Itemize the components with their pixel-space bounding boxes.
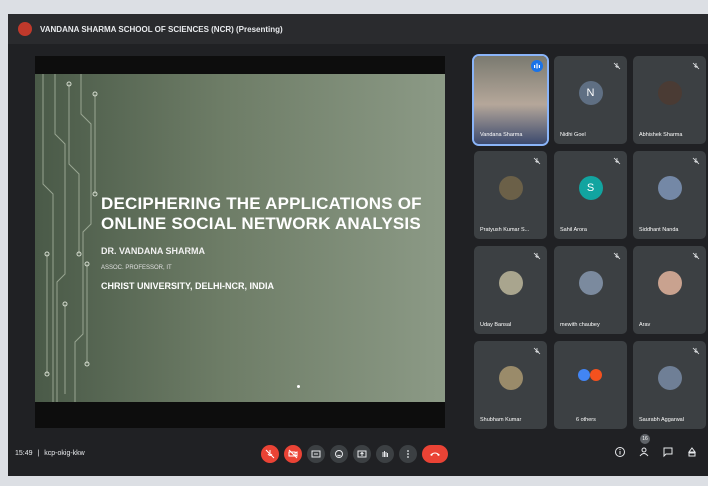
- avatar: [590, 369, 602, 381]
- avatar: [657, 270, 682, 295]
- participant-tile[interactable]: Siddhant Nanda: [633, 151, 706, 239]
- slide-title: DECIPHERING THE APPLICATIONS OF ONLINE S…: [101, 194, 422, 234]
- meet-window: VANDANA SHARMA SCHOOL OF SCIENCES (NCR) …: [8, 14, 708, 476]
- people-icon: [639, 447, 649, 457]
- participant-name: Uday Bansal: [480, 322, 512, 328]
- info-button[interactable]: [612, 444, 628, 460]
- presentation-stage[interactable]: DECIPHERING THE APPLICATIONS OF ONLINE S…: [35, 56, 445, 428]
- hand-icon: [382, 451, 388, 457]
- people-count-badge: 16: [640, 434, 650, 444]
- activities-icon: [688, 447, 696, 457]
- participant-tile[interactable]: Saurabh Aggarwal: [633, 341, 706, 429]
- participant-tile[interactable]: Vandana Sharma: [472, 54, 549, 146]
- avatar: [657, 80, 682, 105]
- activities-button[interactable]: [684, 444, 700, 460]
- presenting-title: VANDANA SHARMA SCHOOL OF SCIENCES (NCR) …: [40, 24, 283, 34]
- avatar: N: [578, 80, 603, 105]
- avatar-letter: S: [586, 181, 595, 194]
- participant-tile[interactable]: Uday Bansal: [474, 246, 547, 334]
- avatar: [498, 365, 523, 390]
- avatar: [578, 270, 603, 295]
- participant-tile[interactable]: Shubham Kumar: [474, 341, 547, 429]
- avatar-letter: N: [586, 86, 595, 99]
- more-options-button[interactable]: [399, 445, 417, 463]
- present-screen-icon: [357, 450, 367, 458]
- meeting-code: kcp-okig-kkw: [44, 450, 85, 457]
- more-vert-icon: [407, 450, 409, 458]
- mic-off-icon: [613, 252, 621, 260]
- raise-hand-button[interactable]: [376, 445, 394, 463]
- mic-off-icon: [692, 347, 700, 355]
- presenting-bar: VANDANA SHARMA SCHOOL OF SCIENCES (NCR) …: [8, 14, 708, 44]
- participant-tile[interactable]: 6 others: [554, 341, 627, 429]
- camera-toggle-button[interactable]: [284, 445, 302, 463]
- emoji-icon: [335, 450, 343, 458]
- mic-off-icon: [692, 62, 700, 70]
- participant-grid: Vandana Sharma N Nidhi Goel Abhishek Sha…: [472, 54, 706, 429]
- slide-pointer: [297, 385, 300, 388]
- participant-name: Nidhi Goel: [560, 132, 586, 138]
- avatar: [498, 270, 523, 295]
- circuit-decoration-icon: [42, 74, 98, 402]
- speaking-indicator-icon: [531, 60, 543, 72]
- camera-off-icon: [288, 449, 298, 459]
- reactions-button[interactable]: [330, 445, 348, 463]
- avatar: S: [578, 175, 603, 200]
- present-button[interactable]: [353, 445, 371, 463]
- mic-off-icon: [613, 157, 621, 165]
- participant-name: mewith chaubey: [560, 322, 600, 328]
- participant-name: 6 others: [576, 417, 596, 423]
- chat-button[interactable]: [660, 444, 676, 460]
- participant-tile[interactable]: mewith chaubey: [554, 246, 627, 334]
- mic-toggle-button[interactable]: [261, 445, 279, 463]
- mic-off-icon: [533, 347, 541, 355]
- mic-off-icon: [533, 252, 541, 260]
- mic-off-icon: [265, 449, 275, 459]
- slide-role: ASSOC. PROFESSOR, IT: [101, 265, 172, 271]
- participant-name: Vandana Sharma: [480, 132, 523, 138]
- hang-up-icon: [430, 452, 440, 456]
- avatar: [657, 175, 682, 200]
- mic-off-icon: [692, 157, 700, 165]
- slide-institution: CHRIST UNIVERSITY, DELHI-NCR, INDIA: [101, 281, 275, 291]
- slide: DECIPHERING THE APPLICATIONS OF ONLINE S…: [35, 74, 445, 402]
- captions-button[interactable]: [307, 445, 325, 463]
- slide-author: DR. VANDANA SHARMA: [101, 246, 205, 256]
- participant-tile[interactable]: S Sahil Arora: [554, 151, 627, 239]
- slide-title-line: DECIPHERING THE APPLICATIONS OF: [101, 194, 422, 213]
- participant-name: Sahil Arora: [560, 227, 587, 233]
- participant-name: Abhishek Sharma: [639, 132, 683, 138]
- participant-tile[interactable]: Arav: [633, 246, 706, 334]
- participant-name: Shubham Kumar: [480, 417, 522, 423]
- participant-name: Pratyush Kumar S...: [480, 227, 530, 233]
- call-controls: [261, 445, 448, 463]
- participant-tile[interactable]: N Nidhi Goel: [554, 56, 627, 144]
- mic-off-icon: [533, 157, 541, 165]
- captions-icon: [311, 450, 321, 458]
- meeting-separator: |: [37, 450, 40, 457]
- meeting-details: 15:49 | kcp-okig-kkw: [15, 450, 85, 457]
- mic-off-icon: [692, 252, 700, 260]
- mic-off-icon: [613, 62, 621, 70]
- avatar: [498, 175, 523, 200]
- leave-call-button[interactable]: [422, 445, 448, 463]
- participant-name: Saurabh Aggarwal: [639, 417, 684, 423]
- meeting-time: 15:49: [15, 450, 33, 457]
- side-controls: 16: [612, 434, 700, 460]
- people-button[interactable]: 16: [636, 434, 652, 460]
- control-bar: 15:49 | kcp-okig-kkw 16: [8, 432, 708, 476]
- participant-name: Arav: [639, 322, 651, 328]
- chat-icon: [663, 447, 673, 458]
- participant-tile[interactable]: Abhishek Sharma: [633, 56, 706, 144]
- slide-title-line: ONLINE SOCIAL NETWORK ANALYSIS: [101, 214, 421, 233]
- avatar: [657, 365, 682, 390]
- avatar: [578, 369, 590, 381]
- info-icon: [615, 447, 625, 457]
- participant-tile[interactable]: Pratyush Kumar S...: [474, 151, 547, 239]
- participant-name: Siddhant Nanda: [639, 227, 679, 233]
- presenter-logo-icon: [18, 22, 32, 36]
